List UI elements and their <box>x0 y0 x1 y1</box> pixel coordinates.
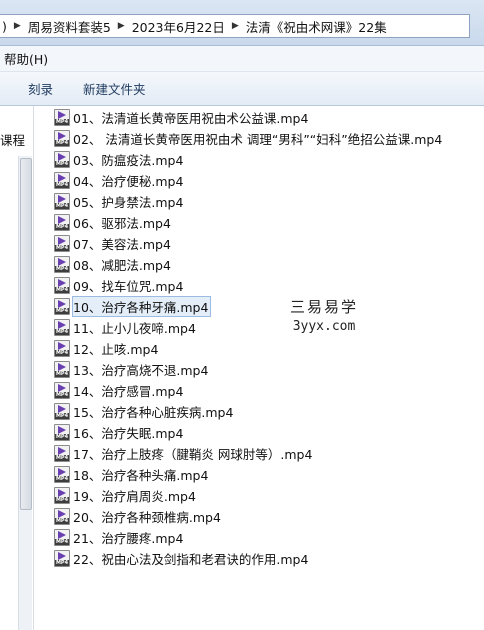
mp4-file-icon <box>54 151 70 168</box>
mp4-file-icon <box>54 214 70 231</box>
file-item[interactable]: 15、治疗各种心脏疾病.mp4 <box>54 401 484 422</box>
mp4-file-icon <box>54 361 70 378</box>
watermark-title: 三易易学 <box>289 298 358 316</box>
file-item[interactable]: 17、治疗上肢疼（腱鞘炎 网球肘等）.mp4 <box>54 443 484 464</box>
file-name: 05、护身禁法.mp4 <box>73 195 184 210</box>
chevron-right-icon[interactable]: ▶ <box>232 21 239 31</box>
file-item[interactable]: 16、治疗失眠.mp4 <box>54 422 484 443</box>
file-item[interactable]: 05、护身禁法.mp4 <box>54 191 484 212</box>
file-name: 02、 法清道长黄帝医用祝由术 调理“男科”“妇科”绝招公益课.mp4 <box>73 132 443 147</box>
file-item[interactable]: 08、减肥法.mp4 <box>54 254 484 275</box>
file-name: 13、治疗高烧不退.mp4 <box>73 363 209 378</box>
mp4-file-icon <box>54 382 70 399</box>
file-item[interactable]: 12、止咳.mp4 <box>54 338 484 359</box>
mp4-file-icon <box>54 319 70 336</box>
file-name: 16、治疗失眠.mp4 <box>73 426 184 441</box>
breadcrumb[interactable]: ) ▶ 周易资料套装5 ▶ 2023年6月22日 ▶ 法清《祝由术网课》22集 <box>0 14 470 38</box>
nav-scrollbar-thumb[interactable] <box>20 158 32 510</box>
toolbar: 刻录 新建文件夹 <box>0 72 484 106</box>
mp4-file-icon <box>54 193 70 210</box>
mp4-file-icon <box>54 130 70 147</box>
mp4-file-icon <box>54 109 70 126</box>
file-item[interactable]: 13、治疗高烧不退.mp4 <box>54 359 484 380</box>
breadcrumb-item-date[interactable]: 2023年6月22日 <box>132 17 225 36</box>
file-name: 01、法清道长黄帝医用祝由术公益课.mp4 <box>73 111 309 126</box>
chevron-right-icon[interactable]: ▶ <box>14 21 21 31</box>
mp4-file-icon <box>54 445 70 462</box>
file-item[interactable]: 22、祝由心法及剑指和老君诀的作用.mp4 <box>54 548 484 569</box>
file-name: 06、驱邪法.mp4 <box>73 216 171 231</box>
file-name: 22、祝由心法及剑指和老君诀的作用.mp4 <box>73 552 309 567</box>
file-name: 03、防瘟疫法.mp4 <box>73 153 184 168</box>
file-name: 12、止咳.mp4 <box>73 342 159 357</box>
file-name: 14、治疗感冒.mp4 <box>73 384 184 399</box>
navigation-pane: 课程 <box>0 106 34 630</box>
mp4-file-icon <box>54 550 70 567</box>
breadcrumb-item-zhouyi[interactable]: 周易资料套装5 <box>28 17 111 36</box>
file-name: 10、治疗各种牙痛.mp4 <box>71 296 212 317</box>
file-item[interactable]: 04、治疗便秘.mp4 <box>54 170 484 191</box>
file-item[interactable]: 19、治疗肩周炎.mp4 <box>54 485 484 506</box>
address-bar: ) ▶ 周易资料套装5 ▶ 2023年6月22日 ▶ 法清《祝由术网课》22集 <box>0 0 484 46</box>
file-item[interactable]: 06、驱邪法.mp4 <box>54 212 484 233</box>
mp4-file-icon <box>54 424 70 441</box>
file-name: 09、找车位咒.mp4 <box>73 279 184 294</box>
mp4-file-icon <box>54 508 70 525</box>
mp4-file-icon <box>54 277 70 294</box>
mp4-file-icon <box>54 235 70 252</box>
mp4-file-icon <box>54 256 70 273</box>
file-item[interactable]: 21、治疗腰疼.mp4 <box>54 527 484 548</box>
watermark: 三易易学 3yyx.com <box>229 292 419 340</box>
chevron-right-icon[interactable]: ▶ <box>118 21 125 31</box>
watermark-url: 3yyx.com <box>292 319 356 334</box>
file-item[interactable]: 03、防瘟疫法.mp4 <box>54 149 484 170</box>
file-item[interactable]: 14、治疗感冒.mp4 <box>54 380 484 401</box>
nav-item-course[interactable]: 课程 <box>0 130 25 149</box>
file-name: 17、治疗上肢疼（腱鞘炎 网球肘等）.mp4 <box>73 447 313 462</box>
file-name: 08、减肥法.mp4 <box>73 258 171 273</box>
file-name: 15、治疗各种心脏疾病.mp4 <box>73 405 234 420</box>
file-item[interactable]: 01、法清道长黄帝医用祝由术公益课.mp4 <box>54 107 484 128</box>
file-name: 21、治疗腰疼.mp4 <box>73 531 184 546</box>
file-name: 19、治疗肩周炎.mp4 <box>73 489 196 504</box>
mp4-file-icon <box>54 298 70 315</box>
file-item[interactable]: 20、治疗各种颈椎病.mp4 <box>54 506 484 527</box>
file-item[interactable]: 18、治疗各种头痛.mp4 <box>54 464 484 485</box>
file-name: 20、治疗各种颈椎病.mp4 <box>73 510 221 525</box>
mp4-file-icon <box>54 487 70 504</box>
mp4-file-icon <box>54 529 70 546</box>
mp4-file-icon <box>54 340 70 357</box>
burn-button[interactable]: 刻录 <box>28 79 53 98</box>
mp4-file-icon <box>54 466 70 483</box>
file-item[interactable]: 02、 法清道长黄帝医用祝由术 调理“男科”“妇科”绝招公益课.mp4 <box>54 128 484 149</box>
file-name: 04、治疗便秘.mp4 <box>73 174 184 189</box>
file-name: 07、美容法.mp4 <box>73 237 171 252</box>
nav-scrollbar[interactable] <box>18 156 32 630</box>
mp4-file-icon <box>54 172 70 189</box>
breadcrumb-partial: ) <box>2 18 7 34</box>
menu-help[interactable]: 帮助(H) <box>0 49 52 68</box>
mp4-file-icon <box>54 403 70 420</box>
breadcrumb-item-current-folder[interactable]: 法清《祝由术网课》22集 <box>246 17 387 36</box>
file-name: 18、治疗各种头痛.mp4 <box>73 468 209 483</box>
menu-bar: 帮助(H) <box>0 46 484 72</box>
file-item[interactable]: 07、美容法.mp4 <box>54 233 484 254</box>
file-name: 11、止小儿夜啼.mp4 <box>73 321 196 336</box>
new-folder-button[interactable]: 新建文件夹 <box>83 79 146 98</box>
